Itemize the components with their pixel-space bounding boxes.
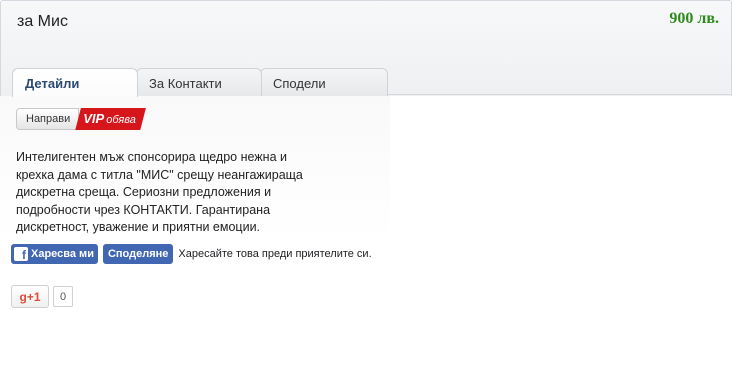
- facebook-like-button[interactable]: f Харесва ми: [11, 244, 98, 264]
- vip-badge-sub: обява: [106, 114, 136, 126]
- facebook-share-button[interactable]: Споделяне: [102, 244, 174, 264]
- make-vip-button[interactable]: Направи VIP обява: [16, 108, 146, 130]
- listing-title: за Мис: [17, 13, 68, 30]
- tab-contacts[interactable]: За Контакти: [136, 68, 262, 96]
- gplus-count: 0: [53, 286, 73, 307]
- facebook-share-label: Споделяне: [107, 248, 169, 260]
- listing-description: Интелигентен мъж спонсорира щедро нежна …: [16, 150, 303, 234]
- vip-badge: VIP обява: [75, 108, 146, 130]
- gplus-button[interactable]: g+1: [11, 285, 49, 308]
- tab-details[interactable]: Детайли: [12, 68, 138, 97]
- gplus-label: g+1: [19, 289, 41, 304]
- facebook-icon: f: [14, 247, 28, 261]
- vip-make-label: Направи: [16, 108, 80, 130]
- facebook-widget: f Харесва ми Споделяне Харесайте това пр…: [11, 244, 372, 264]
- facebook-hint-text: Харесайте това преди приятелите си.: [178, 248, 372, 260]
- listing-price: 900 лв.: [669, 10, 719, 27]
- facebook-like-label: Харесва ми: [31, 248, 94, 260]
- vip-badge-main: VIP: [83, 111, 105, 126]
- tab-divider: [388, 94, 732, 95]
- tab-share[interactable]: Сподели: [260, 68, 388, 96]
- gplus-widget: g+1 0: [11, 285, 73, 308]
